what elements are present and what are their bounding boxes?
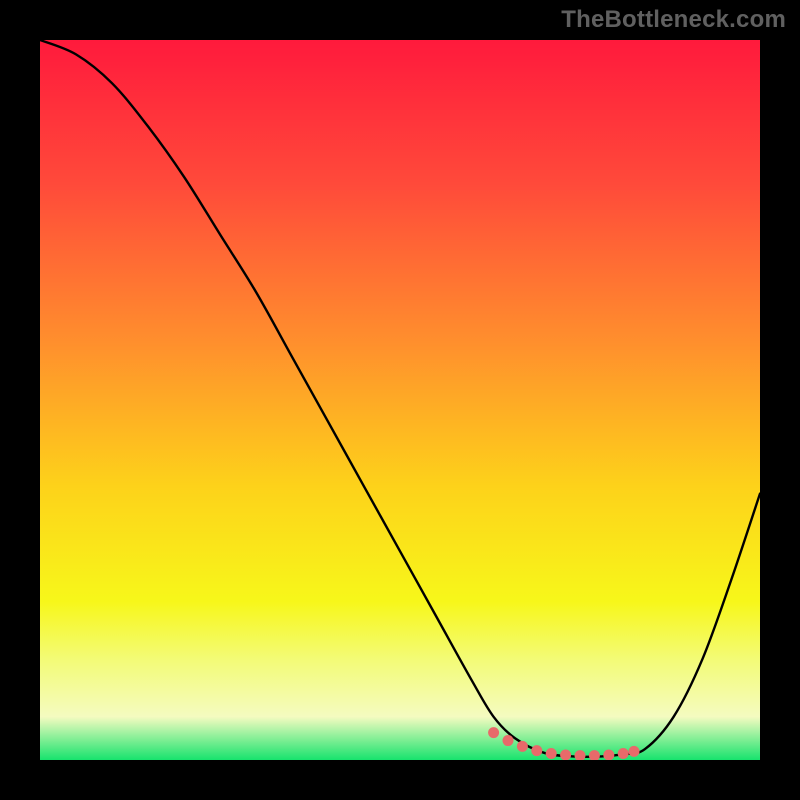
chart-svg	[40, 40, 760, 760]
marker-dot	[503, 735, 514, 746]
watermark-text: TheBottleneck.com	[561, 6, 786, 34]
marker-dot	[618, 748, 629, 759]
marker-dot	[546, 748, 557, 759]
chart-frame: TheBottleneck.com	[0, 0, 800, 800]
marker-dot	[603, 749, 614, 760]
marker-dot	[560, 749, 571, 760]
plot-area	[40, 40, 760, 760]
marker-dot	[531, 745, 542, 756]
marker-dot	[629, 746, 640, 757]
gradient-background	[40, 40, 760, 760]
marker-dot	[488, 727, 499, 738]
marker-dot	[517, 741, 528, 752]
